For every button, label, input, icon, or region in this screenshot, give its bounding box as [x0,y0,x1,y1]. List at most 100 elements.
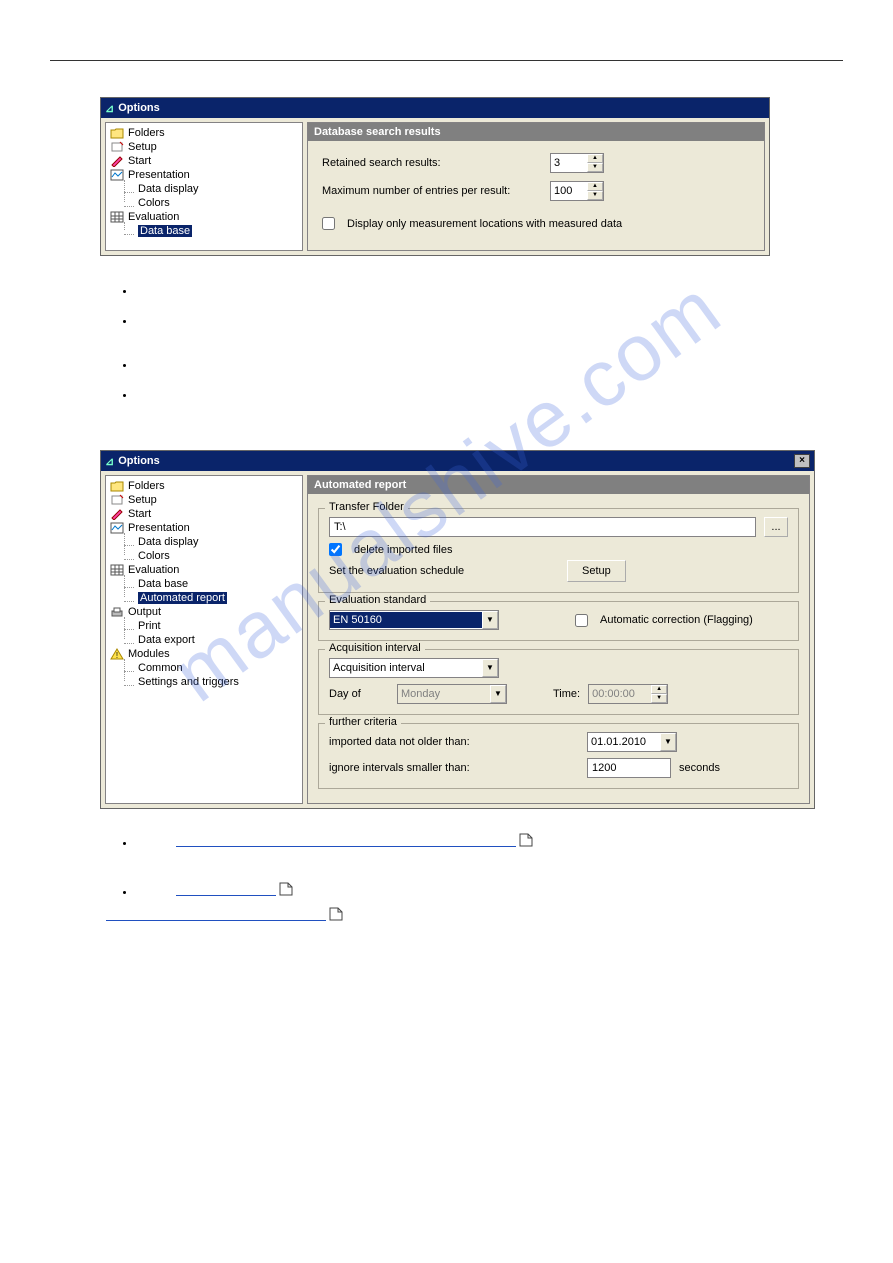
bullet [136,882,843,924]
seconds-label: seconds [679,762,720,774]
tree-presentation[interactable]: Presentation [108,168,300,182]
delete-imported-checkbox[interactable] [329,543,342,556]
label: Folders [128,127,165,139]
delete-imported-label: delete imported files [354,544,452,556]
tree-view[interactable]: Folders Setup Start Presentation Data di… [105,475,303,804]
dropdown-arrow-icon[interactable]: ▼ [482,611,498,629]
label: Output [128,606,161,618]
bullet [136,390,843,402]
transfer-folder-input[interactable] [329,517,756,537]
top-separator [50,60,843,61]
bullet-list-1 [136,286,843,402]
label: Modules [128,648,170,660]
ignore-input[interactable] [587,758,671,778]
tree-data-display[interactable]: Data display [136,182,300,196]
tree-setup[interactable]: Setup [108,140,300,154]
table-icon [110,211,124,223]
label: Presentation [128,522,190,534]
eval-standard-combo[interactable]: ▼ [329,610,499,630]
tree-common[interactable]: Common [136,661,300,675]
time-input [589,685,651,703]
tree-colors[interactable]: Colors [136,549,300,563]
label: Data export [138,634,195,646]
eval-group: Evaluation standard ▼ Automatic correcti… [318,601,799,641]
titlebar: ⊿ Options [101,98,769,118]
tree-settings-triggers[interactable]: Settings and triggers [136,675,300,689]
label: Data display [138,536,199,548]
tree-colors[interactable]: Colors [136,196,300,210]
tree-print[interactable]: Print [136,619,300,633]
dropdown-arrow-icon[interactable]: ▼ [660,733,676,751]
setup-button[interactable]: Setup [567,560,626,582]
time-spinner: ▲▼ [588,684,668,704]
dropdown-arrow-icon: ▼ [490,685,506,703]
bullet [136,316,843,328]
dropdown-arrow-icon[interactable]: ▼ [482,659,498,677]
content-panel: Database search results Retained search … [307,122,765,251]
tree-database[interactable]: Data base [136,577,300,591]
tree-data-export[interactable]: Data export [136,633,300,647]
window-title: Options [118,102,160,114]
down-btn[interactable]: ▼ [587,191,603,200]
tree-output[interactable]: Output [108,605,300,619]
bullet [136,360,843,372]
window-title: Options [118,455,160,467]
retained-label: Retained search results: [322,157,542,169]
retained-input[interactable] [551,154,587,172]
flagging-checkbox[interactable] [575,614,588,627]
down-btn[interactable]: ▼ [587,163,603,172]
label: Data base [138,578,188,590]
label: Data display [138,183,199,195]
setup-icon [110,494,124,506]
warning-icon: ! [110,648,124,660]
tree-folders[interactable]: Folders [108,126,300,140]
date-combo[interactable]: ▼ [587,732,677,752]
label: Evaluation [128,211,179,223]
up-btn[interactable]: ▲ [587,154,603,163]
tree-presentation[interactable]: Presentation [108,521,300,535]
svg-text:!: ! [116,651,118,660]
down-btn: ▼ [651,694,667,703]
day-combo: ▼ [397,684,507,704]
browse-button[interactable]: ... [764,517,788,537]
tree-evaluation[interactable]: Evaluation [108,210,300,224]
acq-interval-input[interactable] [330,660,482,676]
tree-evaluation[interactable]: Evaluation [108,563,300,577]
maxentries-spinner[interactable]: ▲▼ [550,181,604,201]
schedule-label: Set the evaluation schedule [329,565,559,577]
bullet-list-2 [136,833,843,924]
tree-database[interactable]: Data base [136,224,300,238]
label: Start [128,508,151,520]
tree-automated-report[interactable]: Automated report [136,591,300,605]
tree-folders[interactable]: Folders [108,479,300,493]
eval-legend: Evaluation standard [325,594,430,606]
up-btn[interactable]: ▲ [587,182,603,191]
acq-interval-combo[interactable]: ▼ [329,658,499,678]
folder-icon [110,480,124,492]
tree-setup[interactable]: Setup [108,493,300,507]
page-corner-icon [279,882,293,899]
maxentries-input[interactable] [551,182,587,200]
date-input[interactable] [588,734,660,750]
tree-modules[interactable]: ! Modules [108,647,300,661]
options-window-2: ⊿ Options × Folders Setup Start Presenta… [100,450,815,809]
label: Setup [128,494,157,506]
display-only-label: Display only measurement locations with … [347,218,622,230]
day-label: Day of [329,688,389,700]
pencil-icon [110,155,124,167]
transfer-group: Transfer Folder ... delete imported file… [318,508,799,593]
up-btn: ▲ [651,685,667,694]
tree-view[interactable]: Folders Setup Start Presentation Data di… [105,122,303,251]
further-group: further criteria imported data not older… [318,723,799,789]
eval-standard-input[interactable] [330,612,482,628]
tree-data-display[interactable]: Data display [136,535,300,549]
close-button[interactable]: × [794,454,810,468]
display-only-checkbox[interactable] [322,217,335,230]
bullet [136,833,843,850]
chart-icon [110,169,124,181]
retained-spinner[interactable]: ▲▼ [550,153,604,173]
tree-start[interactable]: Start [108,154,300,168]
tree-start[interactable]: Start [108,507,300,521]
setup-icon [110,141,124,153]
time-label: Time: [553,688,580,700]
